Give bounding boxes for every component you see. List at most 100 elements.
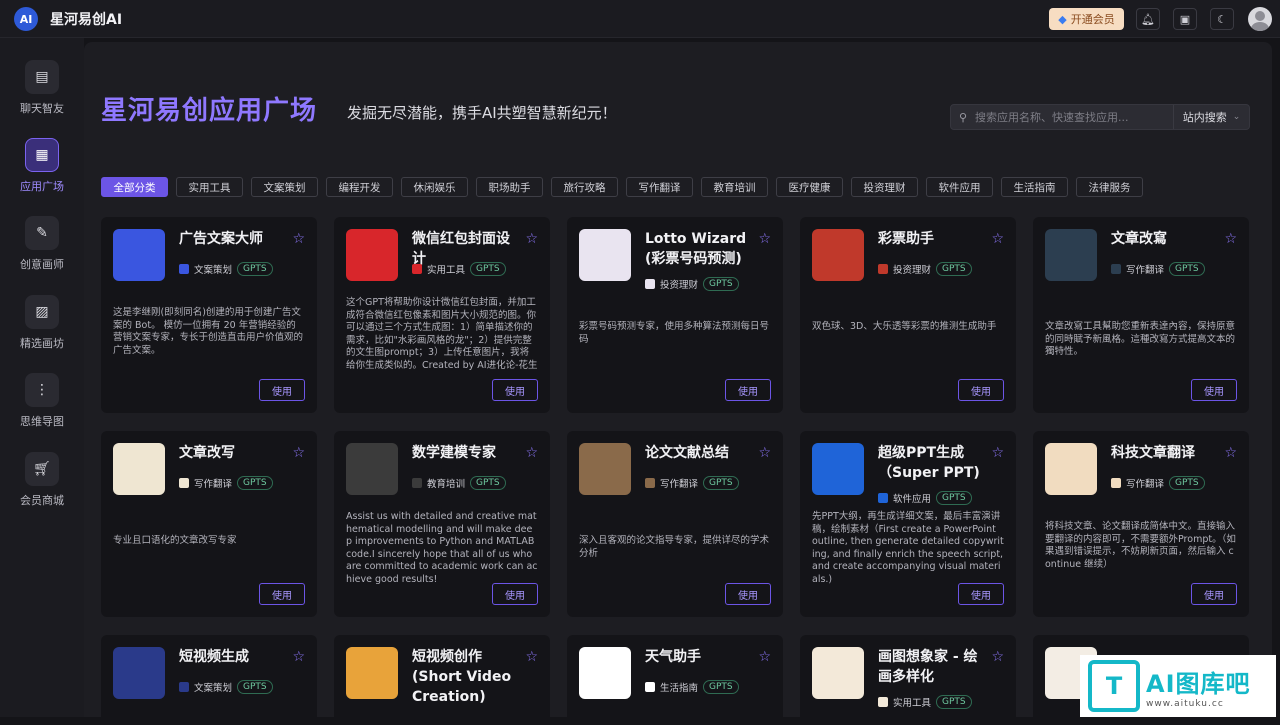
app-card[interactable]: 微信红包封面设计 ☆ 实用工具 GPTS 这个GPT将帮助你设计微信红包封面，并加工成符… [334, 217, 550, 413]
category-icon [878, 264, 888, 274]
sidebar-item-label: 聊天智友 [20, 102, 64, 115]
category-chip[interactable]: 投资理财 [851, 177, 918, 197]
gpts-badge: GPTS [237, 262, 273, 276]
app-card[interactable]: 文章改写 ☆ 写作翻译 GPTS 专业且口语化的文章改写专家 使用 [101, 431, 317, 617]
category-chip[interactable]: 休闲娱乐 [401, 177, 468, 197]
category-all[interactable]: 全部分类 [101, 177, 168, 197]
star-icon[interactable]: ☆ [758, 445, 771, 461]
star-icon[interactable]: ☆ [292, 231, 305, 247]
use-button[interactable]: 使用 [1191, 379, 1237, 401]
app-description: 先PPT大纲，再生成详细文案，最后丰富演讲稿，绘制素材（First create… [812, 511, 1004, 585]
category-icon [645, 478, 655, 488]
use-button[interactable]: 使用 [259, 379, 305, 401]
app-card[interactable]: 短视频创作(Short Video Creation) ☆ [334, 635, 550, 725]
app-title: 广告文案大师 [179, 231, 263, 247]
category-chip[interactable]: 编程开发 [326, 177, 393, 197]
sidebar-item-app-plaza[interactable]: ▦ 应用广场 [0, 138, 84, 202]
gpts-badge: GPTS [1169, 476, 1205, 490]
star-icon[interactable]: ☆ [991, 649, 1004, 665]
sidebar-item-chat[interactable]: ▤ 聊天智友 [0, 60, 84, 124]
app-card[interactable]: 文章改寫 ☆ 写作翻译 GPTS 文章改寫工具幫助您重新表達內容，保持原意的同時賦予新風… [1033, 217, 1249, 413]
star-icon[interactable]: ☆ [292, 445, 305, 461]
category-chip[interactable]: 写作翻译 [626, 177, 693, 197]
notification-icon[interactable]: 🔔︎ [1136, 8, 1160, 30]
app-thumbnail [579, 229, 631, 281]
star-icon[interactable]: ☆ [1224, 445, 1237, 461]
gpts-badge: GPTS [470, 476, 506, 490]
app-title: 画图想象家 - 绘画多样化 [878, 649, 978, 685]
sidebar-item-label: 应用广场 [20, 180, 64, 193]
gpts-badge: GPTS [470, 262, 506, 276]
search-scope-select[interactable]: 站内搜索 ⌄ [1173, 105, 1249, 129]
app-card[interactable]: 超级PPT生成（Super PPT) ☆ 软件应用 GPTS 先PPT大纲，再生成详细文… [800, 431, 1016, 617]
app-card[interactable]: 画图想象家 - 绘画多样化 ☆ 实用工具 GPTS [800, 635, 1016, 725]
sidebar-item-shop[interactable]: 🛒︎ 会员商城 [0, 452, 84, 516]
category-chip[interactable]: 生活指南 [1001, 177, 1068, 197]
page-title: 星河易创应用广场 [101, 96, 318, 126]
category-icon [412, 264, 422, 274]
cart-icon: 🛒︎ [25, 452, 59, 486]
vip-button-label: 开通会员 [1070, 13, 1115, 26]
gift-icon[interactable]: ▣ [1173, 8, 1197, 30]
category-chip[interactable]: 软件应用 [926, 177, 993, 197]
use-button[interactable]: 使用 [1191, 583, 1237, 605]
app-category: 文案策划 [194, 683, 233, 694]
app-card[interactable]: 论文文献总结 ☆ 写作翻译 GPTS 深入且客观的论文指导专家，提供详尽的学术分析 使用 [567, 431, 783, 617]
category-chip[interactable]: 职场助手 [476, 177, 543, 197]
use-button[interactable]: 使用 [492, 583, 538, 605]
watermark-url: www.aituku.cc [1146, 698, 1224, 709]
app-category: 写作翻译 [1126, 265, 1165, 276]
use-button[interactable]: 使用 [492, 379, 538, 401]
category-chip[interactable]: 实用工具 [176, 177, 243, 197]
star-icon[interactable]: ☆ [292, 649, 305, 665]
use-button[interactable]: 使用 [725, 583, 771, 605]
app-card[interactable]: 天气助手 ☆ 生活指南 GPTS [567, 635, 783, 725]
watermark: T AI图库吧 www.aituku.cc [1080, 655, 1276, 717]
category-chip[interactable]: 旅行攻略 [551, 177, 618, 197]
app-card[interactable]: Lotto Wizard (彩票号码预测) ☆ 投资理财 GPTS 彩票号码预测专家，使… [567, 217, 783, 413]
category-chip[interactable]: 文案策划 [251, 177, 318, 197]
use-button[interactable]: 使用 [958, 583, 1004, 605]
use-button[interactable]: 使用 [958, 379, 1004, 401]
app-card[interactable]: 广告文案大师 ☆ 文案策划 GPTS 这是李继刚(即刻同名)创建的用于创建广告文案的 B… [101, 217, 317, 413]
star-icon[interactable]: ☆ [525, 231, 538, 247]
sidebar-item-label: 精选画坊 [20, 337, 64, 350]
app-card[interactable]: 短视频生成 ☆ 文案策划 GPTS [101, 635, 317, 725]
star-icon[interactable]: ☆ [991, 231, 1004, 247]
sidebar-item-mindmap[interactable]: ⋮ 思维导图 [0, 373, 84, 437]
moon-icon[interactable]: ☾ [1210, 8, 1234, 30]
gpts-badge: GPTS [936, 491, 972, 505]
sidebar-item-creative-painter[interactable]: ✎ 创意画师 [0, 216, 84, 280]
sidebar-item-gallery[interactable]: ▨ 精选画坊 [0, 295, 84, 359]
app-thumbnail [579, 443, 631, 495]
app-thumbnail [113, 443, 165, 495]
app-meta: 教育培训 GPTS [412, 475, 506, 491]
category-icon [1111, 264, 1121, 274]
category-chip[interactable]: 医疗健康 [776, 177, 843, 197]
star-icon[interactable]: ☆ [1224, 231, 1237, 247]
app-card[interactable]: 科技文章翻译 ☆ 写作翻译 GPTS 将科技文章、论文翻译成简体中文。直接输入要翻译的内… [1033, 431, 1249, 617]
category-chip[interactable]: 教育培训 [701, 177, 768, 197]
use-button[interactable]: 使用 [725, 379, 771, 401]
app-card[interactable]: 数学建模专家 ☆ 教育培训 GPTS Assist us with detailed a… [334, 431, 550, 617]
category-chip[interactable]: 法律服务 [1076, 177, 1143, 197]
search-input[interactable] [975, 110, 1173, 124]
star-icon[interactable]: ☆ [758, 649, 771, 665]
star-icon[interactable]: ☆ [525, 445, 538, 461]
brand-name[interactable]: 星河易创AI [50, 9, 122, 29]
star-icon[interactable]: ☆ [758, 231, 771, 247]
search-scope-label: 站内搜索 [1182, 111, 1227, 124]
category-icon [878, 493, 888, 503]
category-icon [645, 682, 655, 692]
app-card[interactable]: 彩票助手 ☆ 投资理财 GPTS 双色球、3D、大乐透等彩票的推测生成助手 使用 [800, 217, 1016, 413]
app-description: 文章改寫工具幫助您重新表達內容，保持原意的同時賦予新風格。這種改寫方式提高文本的… [1045, 321, 1236, 357]
app-logo-icon[interactable]: AI [14, 7, 38, 31]
use-button[interactable]: 使用 [259, 583, 305, 605]
star-icon[interactable]: ☆ [525, 649, 538, 665]
gpts-badge: GPTS [703, 277, 739, 291]
vip-button[interactable]: ◆ 开通会员 [1049, 8, 1124, 30]
app-category: 教育培训 [427, 479, 466, 490]
star-icon[interactable]: ☆ [991, 445, 1004, 461]
app-description: 彩票号码预测专家，使用多种算法预测每日号码 [579, 321, 770, 345]
avatar[interactable] [1248, 7, 1272, 31]
